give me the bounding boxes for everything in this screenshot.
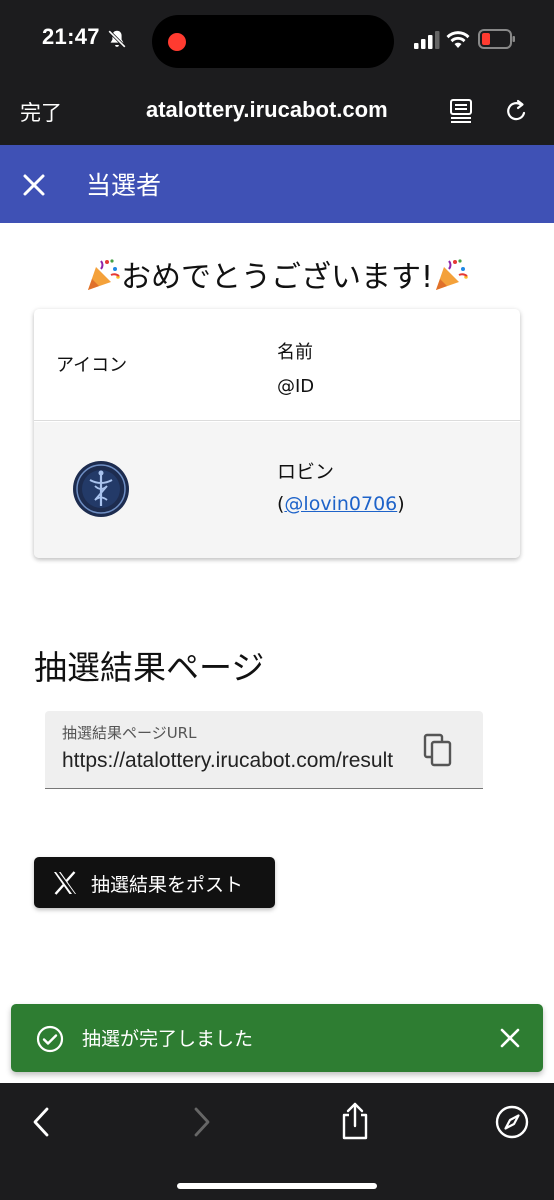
table-row: ロビン (@lovin0706) [34, 422, 520, 558]
column-header-icon: アイコン [56, 355, 128, 376]
table-header: アイコン 名前 @ID [34, 309, 520, 421]
post-result-label: 抽選結果をポスト [91, 874, 244, 896]
x-logo-icon [54, 871, 76, 895]
column-header-name: 名前 @ID [277, 336, 314, 404]
close-icon[interactable] [498, 1026, 522, 1050]
winner-id: (@lovin0706) [277, 488, 405, 520]
close-icon[interactable] [20, 171, 48, 199]
back-icon[interactable] [28, 1105, 56, 1139]
winner-id-close-paren: ) [397, 493, 405, 515]
congrats-heading: おめでとうございます! [0, 252, 554, 296]
page-title: 当選者 [86, 171, 162, 200]
winner-id-link[interactable]: @lovin0706 [284, 493, 397, 515]
status-time: 21:47 [42, 24, 100, 49]
reload-icon[interactable] [503, 97, 529, 125]
compass-icon[interactable] [494, 1104, 530, 1140]
result-url-field[interactable]: 抽選結果ページURL https://atalottery.irucabot.c… [45, 711, 483, 789]
column-header-name-label: 名前 [277, 342, 313, 363]
wifi-icon [446, 31, 470, 48]
reader-icon[interactable] [448, 97, 474, 125]
browser-bottom-toolbar [0, 1083, 554, 1200]
post-result-button[interactable]: 抽選結果をポスト [34, 857, 275, 908]
success-snackbar: 抽選が完了しました [11, 1004, 543, 1072]
status-bar: 21:47 [0, 0, 554, 75]
app-bar: 当選者 [0, 145, 554, 223]
winner-info: ロビン (@lovin0706) [277, 456, 405, 520]
party-popper-icon [436, 259, 468, 290]
avatar [73, 461, 129, 517]
check-circle-icon [36, 1025, 64, 1053]
browser-toolbar: 完了 atalottery.irucabot.com [0, 75, 554, 145]
url-display[interactable]: atalottery.irucabot.com [146, 97, 388, 123]
forward-icon[interactable] [187, 1105, 215, 1139]
recording-indicator [168, 33, 186, 51]
signal-icon [414, 31, 440, 49]
done-button[interactable]: 完了 [20, 97, 62, 127]
column-header-id-label: @ID [277, 376, 315, 397]
dynamic-island [152, 15, 394, 68]
home-indicator [177, 1183, 377, 1189]
snackbar-message: 抽選が完了しました [82, 1028, 254, 1050]
congrats-text: おめでとうございます! [120, 260, 434, 295]
battery-low-icon [478, 29, 515, 49]
result-page-heading: 抽選結果ページ [34, 648, 265, 687]
party-popper-icon [87, 259, 120, 290]
bell-slash-icon [107, 29, 127, 49]
result-url-label: 抽選結果ページURL [62, 724, 197, 742]
copy-icon[interactable] [423, 733, 453, 767]
winner-name: ロビン [277, 461, 335, 483]
result-url-input[interactable]: https://atalottery.irucabot.com/result [62, 749, 400, 773]
winners-table: アイコン 名前 @ID ロビン (@lovin0706) [34, 309, 520, 558]
share-icon[interactable] [338, 1101, 372, 1141]
